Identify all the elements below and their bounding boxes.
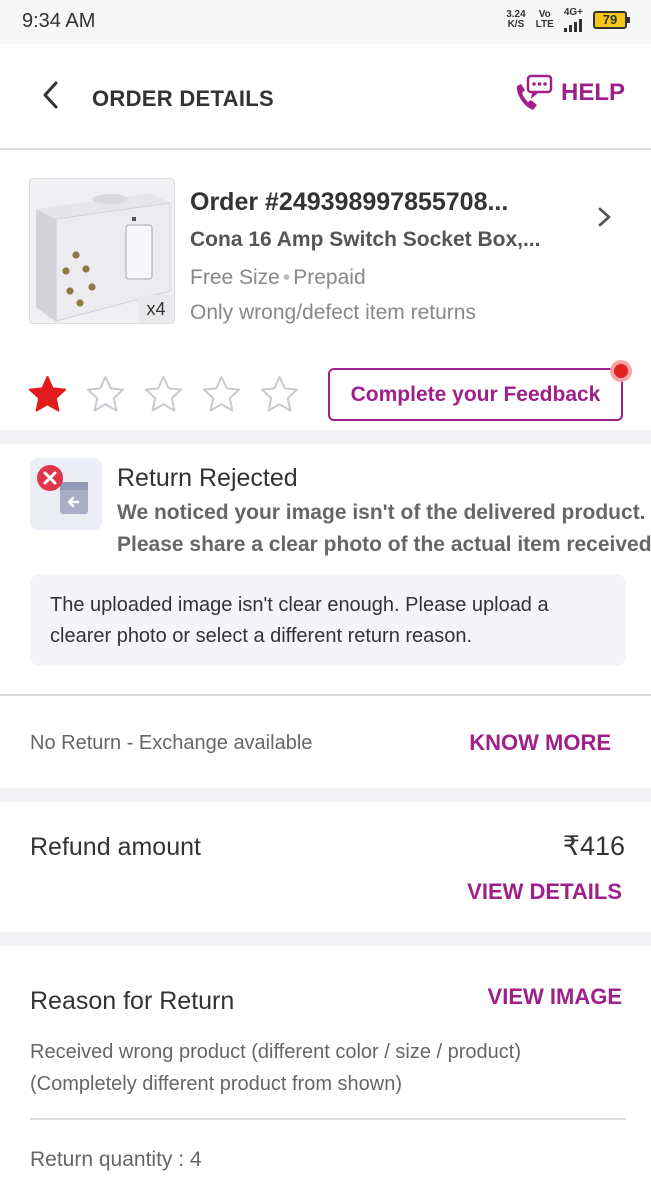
support-phone-chat-icon (516, 74, 553, 110)
star-empty-icon[interactable] (144, 375, 183, 414)
product-meta: Free Size • Prepaid (190, 266, 366, 290)
network-indicator: 4G+ (564, 8, 583, 32)
chevron-right-icon (598, 207, 611, 227)
back-button[interactable] (36, 80, 66, 110)
section-separator (0, 430, 651, 444)
return-rejection-note: The uploaded image isn't clear enough. P… (30, 574, 626, 666)
reason-text: Received wrong product (different color … (30, 1041, 521, 1095)
net-speed-unit: K/S (507, 19, 525, 30)
star-empty-icon[interactable] (86, 375, 125, 414)
star-filled-icon[interactable] (28, 375, 67, 414)
reason-divider (30, 1118, 626, 1120)
help-label: HELP (560, 79, 625, 106)
view-details-link[interactable]: VIEW DETAILS (467, 879, 622, 905)
page-title: ORDER DETAILS (92, 86, 274, 111)
status-bar: 9:34 AM 3.24 K/S Vo LTE 4G+ 79 (0, 0, 651, 44)
complete-feedback-button[interactable]: Complete your Feedback (328, 368, 623, 421)
return-status-line-1: We noticed your image isn't of the deliv… (117, 501, 646, 524)
view-image-link[interactable]: VIEW IMAGE (488, 984, 622, 1010)
know-more-link[interactable]: KNOW MORE (469, 730, 611, 756)
exchange-row: No Return - Exchange available KNOW MORE (0, 696, 651, 788)
order-detail-chevron[interactable] (592, 202, 618, 232)
return-reason-section: Reason for Return VIEW IMAGE Received wr… (0, 946, 651, 1200)
return-rejected-icon (30, 458, 102, 530)
status-time: 9:34 AM (22, 10, 96, 32)
status-indicators: 3.24 K/S Vo LTE 4G+ 79 (506, 8, 630, 32)
star-empty-icon[interactable] (260, 375, 299, 414)
network-type: 4G+ (563, 7, 583, 18)
volte-indicator: Vo LTE (536, 10, 554, 30)
refund-section: Refund amount ₹416 VIEW DETAILS (0, 800, 651, 932)
section-separator (0, 932, 651, 946)
exchange-text: No Return - Exchange available (30, 732, 313, 754)
rating-stars[interactable] (28, 375, 299, 414)
order-number[interactable]: Order #249398997855708... (190, 188, 508, 217)
help-button[interactable]: HELP (513, 74, 625, 112)
reason-label: Reason for Return (30, 987, 235, 1015)
refund-amount: ₹416 (562, 831, 625, 861)
return-status-title: Return Rejected (117, 464, 298, 492)
return-status-line-2: Please share a clear photo of the actual… (117, 533, 651, 556)
order-summary: x4 Order #249398997855708... Cona 16 Amp… (0, 150, 651, 430)
back-arrow-icon (43, 81, 58, 109)
payment-mode: Prepaid (293, 266, 366, 289)
product-name[interactable]: Cona 16 Amp Switch Socket Box,... (190, 228, 540, 252)
quantity-badge: x4 (138, 295, 174, 323)
product-thumbnail[interactable]: x4 (29, 178, 175, 324)
app-header: ORDER DETAILS HELP (0, 44, 651, 150)
battery-icon: 79 (593, 11, 630, 29)
volte-bottom: LTE (535, 19, 554, 30)
return-status-card: Return Rejected We noticed your image is… (0, 444, 651, 694)
return-quantity: Return quantity : 4 (30, 1148, 202, 1171)
net-speed: 3.24 K/S (506, 10, 525, 30)
notification-dot (610, 360, 632, 382)
signal-icon (564, 18, 583, 32)
rejected-return-icon (37, 465, 88, 514)
return-policy: Only wrong/defect item returns (190, 301, 476, 324)
refund-label: Refund amount (30, 833, 201, 861)
meta-separator-dot: • (282, 266, 291, 289)
product-size: Free Size (190, 266, 280, 289)
star-empty-icon[interactable] (202, 375, 241, 414)
